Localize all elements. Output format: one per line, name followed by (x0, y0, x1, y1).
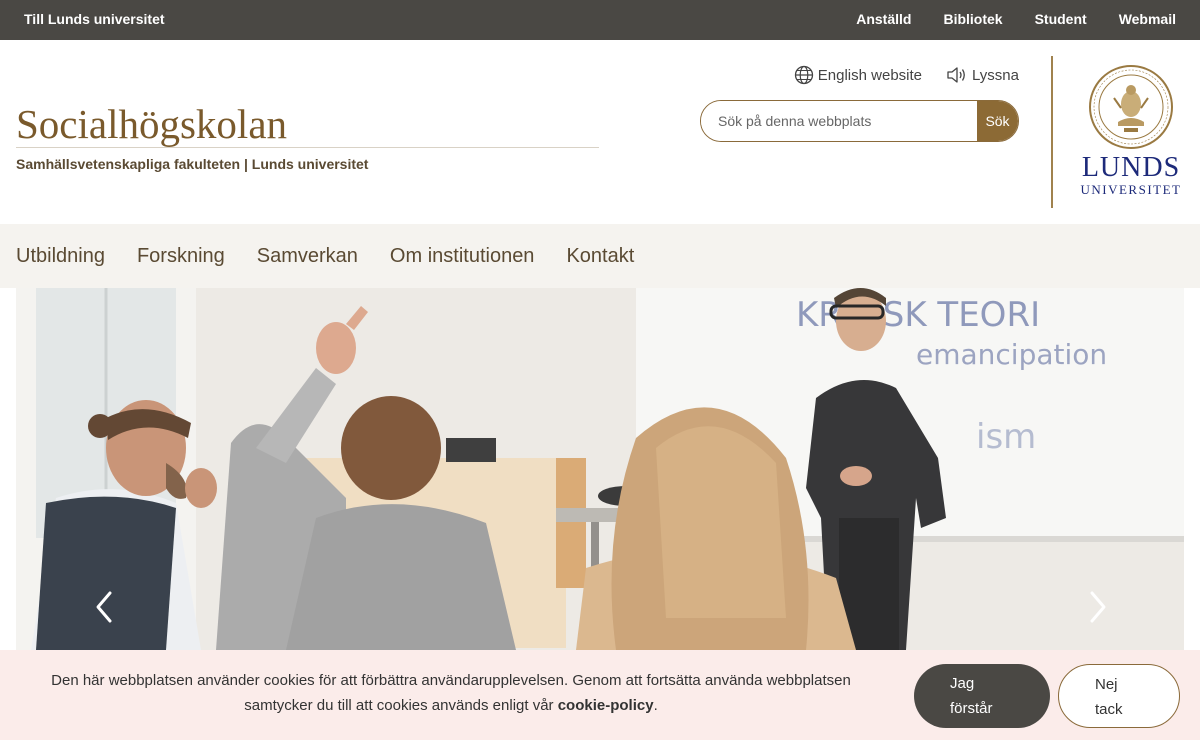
accept-line-1: Jag (950, 675, 975, 692)
top-right-links: Anställd Bibliotek Student Webmail (856, 11, 1200, 27)
cookie-text-main: Den här webbplatsen använder cookies för… (51, 672, 851, 714)
english-website-label: English website (817, 66, 923, 84)
site-subtitle: Samhällsvetenskapliga fakulteten | Lunds… (16, 156, 369, 172)
university-seal-icon (1089, 65, 1173, 149)
lunds-university-link[interactable]: Till Lunds universitet (24, 11, 165, 27)
decline-line-1: Nej (1095, 676, 1118, 693)
logo-lunds-text: LUNDS (1081, 152, 1181, 183)
carousel-prev-arrow[interactable] (92, 590, 116, 624)
accept-line-2: förstår (950, 700, 993, 717)
top-link-student[interactable]: Student (1035, 11, 1087, 27)
nav-item-samverkan[interactable]: Samverkan (257, 245, 358, 268)
hero-carousel: KRITISK TEORI emancipation ism (16, 288, 1184, 650)
cookie-banner: Den här webbplatsen använder cookies för… (0, 650, 1200, 740)
cookie-text-end: . (653, 697, 658, 714)
nav-item-utbildning[interactable]: Utbildning (16, 245, 105, 268)
site-search: Sök (700, 100, 1019, 142)
top-link-webmail[interactable]: Webmail (1119, 11, 1176, 27)
top-link-bibliotek[interactable]: Bibliotek (943, 11, 1002, 27)
chevron-right-icon (1090, 591, 1106, 623)
listen-link[interactable]: Lyssna (946, 65, 1019, 85)
cookie-policy-link[interactable]: cookie-policy (558, 697, 654, 714)
listen-label: Lyssna (972, 66, 1019, 84)
decline-line-2: tack (1095, 701, 1123, 718)
logo-universitet-text: UNIVERSITET (1080, 182, 1182, 197)
site-header: Socialhögskolan Samhällsvetenskapliga fa… (0, 40, 1200, 224)
main-navigation: Utbildning Forskning Samverkan Om instit… (0, 224, 1200, 288)
top-link-anstalld[interactable]: Anställd (856, 11, 911, 27)
lunds-universitet-logo[interactable]: LUNDS UNIVERSITET (1070, 62, 1190, 202)
header-vertical-divider (1051, 56, 1053, 208)
top-utility-bar: Till Lunds universitet Anställd Bibliote… (0, 0, 1200, 40)
chevron-left-icon (96, 591, 112, 623)
header-utility-links: English website Lyssna (770, 65, 1019, 85)
globe-icon (794, 65, 813, 85)
site-title[interactable]: Socialhögskolan (16, 100, 287, 148)
search-button[interactable]: Sök (977, 101, 1018, 141)
nav-item-om-institutionen[interactable]: Om institutionen (390, 245, 535, 268)
speaker-icon (947, 67, 965, 83)
carousel-next-arrow[interactable] (1086, 590, 1110, 624)
english-website-link[interactable]: English website (794, 65, 922, 85)
cookie-accept-button[interactable]: Jag förstår (914, 664, 1050, 728)
cookie-decline-button[interactable]: Nej tack (1058, 664, 1180, 728)
title-divider (16, 147, 599, 148)
nav-item-forskning[interactable]: Forskning (137, 245, 225, 268)
search-input[interactable] (701, 101, 977, 141)
hero-classroom-image: KRITISK TEORI emancipation ism (16, 288, 1184, 650)
nav-item-kontakt[interactable]: Kontakt (566, 245, 634, 268)
cookie-message: Den här webbplatsen använder cookies för… (20, 668, 882, 718)
